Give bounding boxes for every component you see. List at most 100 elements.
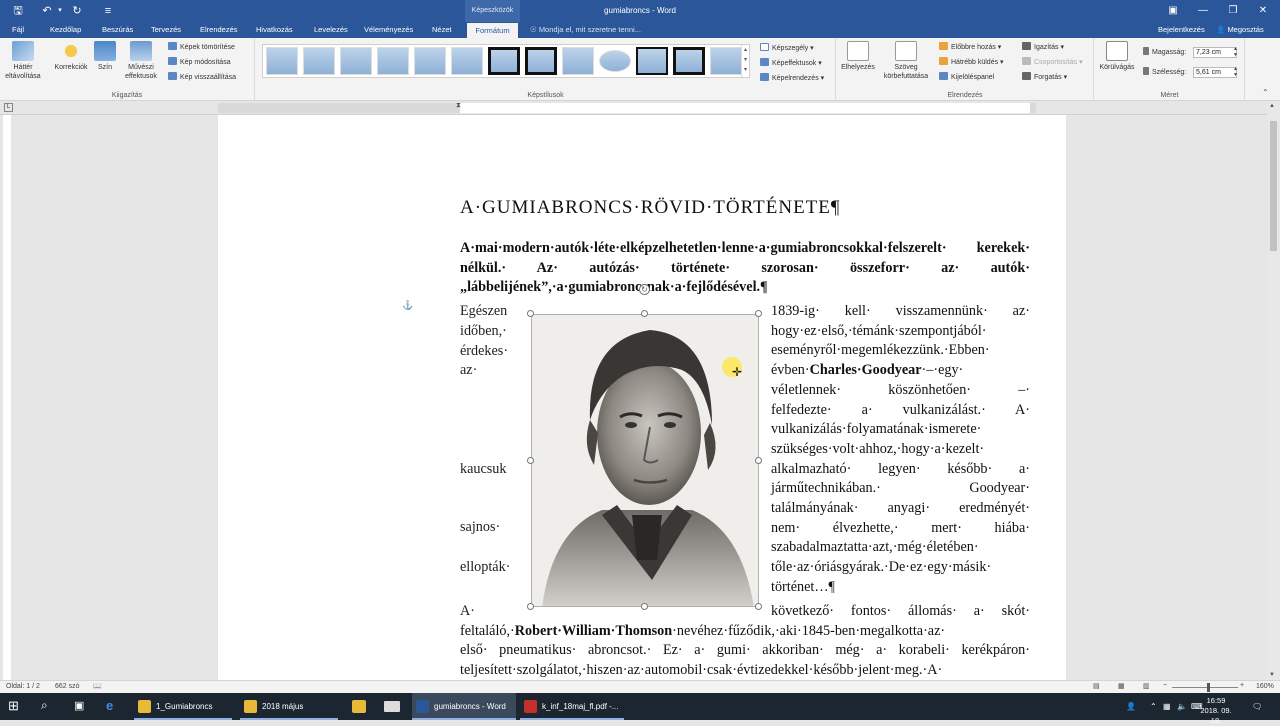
intro-paragraph[interactable]: A·mai·modern·autók·léte·elképzelhetetlen… [460, 239, 1030, 298]
taskbar-item-word[interactable]: gumiabroncs - Word [412, 693, 516, 720]
tab-file[interactable]: Fájl [8, 22, 28, 38]
picture-style-12[interactable] [673, 47, 705, 75]
resize-handle-bottom[interactable] [641, 603, 648, 610]
compress-pictures-button[interactable]: Képek tömörítése [168, 42, 235, 53]
zoom-in-icon[interactable]: + [1240, 682, 1244, 689]
show-hidden-icons[interactable]: ⌃ [1150, 693, 1157, 720]
anchor-icon[interactable]: ⚓ [402, 300, 413, 311]
store-icon[interactable] [352, 700, 366, 713]
sign-in-link[interactable]: Bejelentkezés [1154, 22, 1209, 38]
people-icon[interactable]: 👤 [1126, 693, 1136, 720]
clock[interactable]: 16:59 2018. 09. 18. [1196, 696, 1236, 726]
rotate-button[interactable]: Forgatás ▾ [1022, 72, 1067, 83]
picture-style-4[interactable] [377, 47, 409, 75]
picture-style-8[interactable] [525, 47, 557, 75]
collapse-ribbon-icon[interactable]: ⌃ [1262, 88, 1269, 97]
web-layout-icon[interactable]: ▥ [1143, 682, 1150, 690]
portrait-picture[interactable]: ✛ [531, 314, 759, 607]
network-icon[interactable]: ▦ [1163, 693, 1171, 720]
tab-references[interactable]: Hivatkozás [252, 22, 297, 38]
task-view-icon[interactable]: ▣ [74, 699, 84, 712]
notifications-icon[interactable]: 🗨 [1252, 693, 1262, 720]
height-input[interactable]: 7,23 cm [1193, 47, 1237, 58]
resize-handle-left[interactable] [527, 457, 534, 464]
picture-style-1[interactable] [266, 47, 298, 75]
picture-style-9[interactable] [562, 47, 594, 75]
taskbar-item-folder-2[interactable]: 2018 május [240, 693, 338, 720]
group-button[interactable]: Csoportosítás ▾ [1022, 57, 1083, 68]
search-icon[interactable]: ⌕ [41, 698, 48, 713]
resize-handle-top-right[interactable] [755, 310, 762, 317]
zoom-out-icon[interactable]: − [1163, 682, 1167, 689]
tab-mailings[interactable]: Levelezés [310, 22, 352, 38]
proofing-icon[interactable]: 📖 [93, 682, 102, 690]
zoom-level[interactable]: 160% [1256, 683, 1274, 690]
picture-style-3[interactable] [340, 47, 372, 75]
picture-style-10[interactable] [599, 50, 631, 72]
color-button[interactable]: Szín [94, 41, 116, 72]
tell-me-search[interactable]: ☉ Mondja el, mit szeretne tenni... [530, 22, 641, 38]
zoom-slider-thumb[interactable] [1207, 683, 1210, 692]
rotate-handle-icon[interactable]: ↻ [639, 284, 650, 295]
tab-view[interactable]: Nézet [428, 22, 456, 38]
ribbon-display-options-icon[interactable]: ▣ [1158, 2, 1188, 20]
change-picture-button[interactable]: Kép módosítása [168, 57, 231, 68]
print-layout-icon[interactable]: ▦ [1118, 682, 1125, 690]
volume-icon[interactable]: 🔈 [1177, 693, 1187, 720]
share-button[interactable]: 👤 Megosztás [1212, 22, 1268, 38]
picture-style-13[interactable] [710, 47, 742, 75]
picture-style-7[interactable] [488, 47, 520, 75]
gallery-scroll-icon[interactable]: ▴ ▾ ▾ [741, 45, 749, 77]
tab-home[interactable]: Kezdőlap [46, 22, 85, 38]
picture-style-11[interactable] [636, 47, 668, 75]
tab-layout[interactable]: Elrendezés [196, 22, 242, 38]
height-spinner-icon[interactable]: ▲ ▼ [1233, 46, 1238, 58]
picture-effects-button[interactable]: Képeffektusok ▾ [760, 58, 822, 69]
word-count[interactable]: 662 szó [55, 683, 80, 690]
position-button[interactable]: Elhelyezés [838, 41, 878, 72]
read-mode-icon[interactable]: ▤ [1093, 682, 1100, 690]
bring-forward-button[interactable]: Előbbre hozás ▾ [939, 42, 1001, 53]
tab-review[interactable]: Véleményezés [360, 22, 417, 38]
vertical-scrollbar[interactable]: ▲ ▼ [1267, 101, 1280, 680]
remove-background-button[interactable]: Háttér eltávolítása [3, 41, 43, 81]
picture-style-5[interactable] [414, 47, 446, 75]
resize-handle-right[interactable] [755, 457, 762, 464]
edge-browser-icon[interactable]: e [106, 698, 113, 713]
picture-layout-button[interactable]: Képelrendezés ▾ [760, 73, 824, 84]
start-windows-icon[interactable]: ⊞ [8, 698, 19, 714]
indent-marker-icon[interactable]: ⧗ [456, 102, 461, 110]
resize-handle-top-left[interactable] [527, 310, 534, 317]
resize-handle-top[interactable] [641, 310, 648, 317]
wrap-text-button[interactable]: Szöveg körbefuttatása [880, 41, 932, 81]
page-count[interactable]: Oldal: 1 / 2 [6, 683, 40, 690]
crop-button[interactable]: Körülvágás [1097, 41, 1137, 72]
picture-style-6[interactable] [451, 47, 483, 75]
taskbar-item-folder-1[interactable]: 1_Gumiabroncs [134, 693, 232, 720]
horizontal-ruler[interactable]: L ⧗ [0, 101, 1280, 115]
document-heading[interactable]: A·GUMIABRONCS·RÖVID·TÖRTÉNETE¶ [460, 197, 841, 219]
taskbar-item-pdf[interactable]: k_inf_18maj_fl.pdf -... [520, 693, 624, 720]
picture-border-button[interactable]: Képszegély ▾ [760, 43, 814, 54]
align-button[interactable]: Igazítás ▾ [1022, 42, 1064, 53]
selection-pane-button[interactable]: Kijelöléspanel [939, 72, 994, 83]
tab-insert[interactable]: Beszúrás [98, 22, 137, 38]
close-button[interactable]: ✕ [1248, 2, 1278, 20]
scroll-up-icon[interactable]: ▲ [1269, 103, 1275, 109]
tab-format[interactable]: Formátum [467, 23, 518, 38]
restore-button[interactable]: ❐ [1218, 2, 1248, 20]
width-input[interactable]: 5,61 cm [1193, 67, 1237, 78]
minimize-button[interactable]: — [1188, 2, 1218, 20]
mail-icon[interactable] [384, 701, 400, 712]
reset-picture-button[interactable]: Kép visszaállítása [168, 72, 236, 83]
resize-handle-bottom-right[interactable] [755, 603, 762, 610]
scroll-down-icon[interactable]: ▼ [1269, 672, 1275, 678]
send-backward-button[interactable]: Hátrébb küldés ▾ [939, 57, 1004, 68]
picture-style-2[interactable] [303, 47, 335, 75]
scrollbar-thumb[interactable] [1270, 121, 1277, 251]
resize-handle-bottom-left[interactable] [527, 603, 534, 610]
artistic-effects-button[interactable]: Művészi effektusok [118, 41, 164, 81]
tab-design[interactable]: Tervezés [147, 22, 185, 38]
right-column-text[interactable]: 1839-ig· kell· visszamennünk· az· hogy·e… [771, 302, 1030, 598]
corrections-button[interactable]: Korrekciók [50, 41, 92, 72]
